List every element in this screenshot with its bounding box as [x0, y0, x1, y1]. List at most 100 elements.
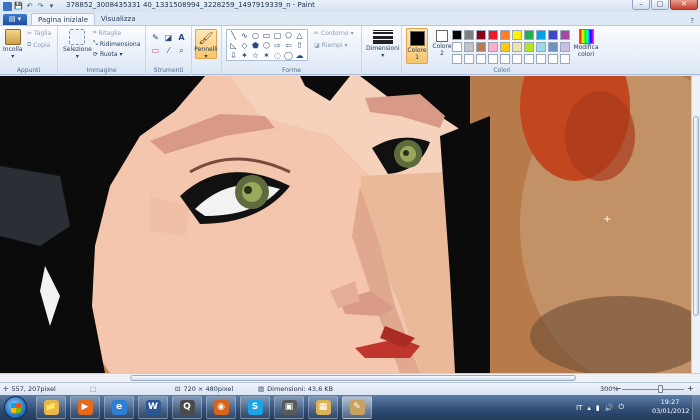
palette-color-swatch[interactable]	[476, 42, 486, 52]
canvas-area[interactable]: +	[0, 76, 700, 373]
magnifier-icon[interactable]: ⌕	[176, 45, 187, 56]
color-picker-icon[interactable]: ⁄	[163, 45, 174, 56]
language-indicator[interactable]: IT	[576, 404, 582, 412]
fill-bucket-icon[interactable]: ◪	[163, 32, 174, 43]
cut-button[interactable]: ✂ Taglia	[27, 30, 51, 37]
palette-color-swatch[interactable]	[500, 54, 510, 64]
crop-button[interactable]: ⌗ Ritaglia	[93, 29, 121, 37]
left-arrow-shape-icon[interactable]: ⇦	[283, 41, 294, 51]
diamond-shape-icon[interactable]: ◇	[239, 41, 250, 51]
down-arrow-shape-icon[interactable]: ⇩	[228, 51, 239, 61]
text-icon[interactable]: A	[176, 32, 187, 43]
palette-color-swatch[interactable]	[500, 30, 510, 40]
up-arrow-shape-icon[interactable]: ⇧	[294, 41, 305, 51]
volume-icon[interactable]: 🔊	[605, 404, 614, 412]
palette-color-swatch[interactable]	[560, 54, 570, 64]
polygon-shape-icon[interactable]: ⬠	[283, 31, 294, 41]
callout-oval-shape-icon[interactable]: ◯	[283, 51, 294, 61]
canvas-image[interactable]: +	[0, 76, 700, 373]
callout-round-shape-icon[interactable]: ◌	[272, 51, 283, 61]
palette-color-swatch[interactable]	[452, 30, 462, 40]
redo-icon[interactable]: ↷	[36, 2, 45, 11]
palette-color-swatch[interactable]	[476, 30, 486, 40]
undo-icon[interactable]: ↶	[25, 2, 34, 11]
resize-button[interactable]: ⤡ Ridimensiona	[93, 40, 140, 48]
pentagon-shape-icon[interactable]: ⬟	[250, 41, 261, 51]
taskbar-firefox[interactable]: ◉	[206, 396, 236, 419]
palette-color-swatch[interactable]	[464, 30, 474, 40]
palette-color-swatch[interactable]	[488, 30, 498, 40]
zoom-in-button[interactable]: +	[687, 384, 694, 393]
rounded-rect-shape-icon[interactable]: ▢	[272, 31, 283, 41]
palette-color-swatch[interactable]	[512, 42, 522, 52]
fill-button[interactable]: ◪ Riempi ▾	[314, 42, 348, 49]
palette-color-swatch[interactable]	[452, 42, 462, 52]
taskbar-media-player[interactable]: ▶	[70, 396, 100, 419]
network-icon[interactable]: ▮	[596, 404, 600, 412]
pencil-icon[interactable]: ✎	[150, 32, 161, 43]
palette-color-swatch[interactable]	[452, 54, 462, 64]
copy-button[interactable]: ⧉ Copia	[27, 41, 50, 49]
taskbar-quicktime[interactable]: Q	[172, 396, 202, 419]
palette-color-swatch[interactable]	[536, 30, 546, 40]
horizontal-scrollbar[interactable]	[0, 373, 700, 382]
tray-expand-icon[interactable]: ▴	[587, 404, 591, 412]
taskbar-paint[interactable]: ✎	[342, 396, 372, 419]
close-button[interactable]: ✕	[670, 0, 698, 10]
taskbar-word[interactable]: W	[138, 396, 168, 419]
palette-color-swatch[interactable]	[500, 42, 510, 52]
customize-qat-icon[interactable]: ▾	[47, 2, 56, 11]
horizontal-scroll-thumb[interactable]	[130, 375, 576, 381]
line-shape-icon[interactable]: ╲	[228, 31, 239, 41]
select-button[interactable]: Selezione ▾	[63, 29, 92, 60]
tab-pagina-iniziale[interactable]: Pagina iniziale	[31, 13, 96, 25]
hexagon-shape-icon[interactable]: ⬡	[261, 41, 272, 51]
curve-shape-icon[interactable]: ∿	[239, 31, 250, 41]
power-icon[interactable]: ⏻	[618, 403, 624, 412]
minimize-button[interactable]: –	[632, 0, 650, 10]
help-icon[interactable]: ?	[690, 17, 694, 25]
outline-button[interactable]: ✏ Contorno ▾	[314, 30, 354, 37]
eraser-icon[interactable]: ▭	[150, 45, 161, 56]
taskbar-explorer[interactable]: 📁	[36, 396, 66, 419]
right-arrow-shape-icon[interactable]: ⇨	[272, 41, 283, 51]
palette-color-swatch[interactable]	[524, 42, 534, 52]
brushes-button[interactable]: 🖌 Pennelli ▾	[194, 29, 218, 60]
vertical-scrollbar[interactable]	[691, 76, 700, 373]
zoom-slider[interactable]	[622, 389, 684, 390]
taskbar-internet-explorer[interactable]: e	[104, 396, 134, 419]
color1-button[interactable]: Colore 1	[406, 28, 428, 64]
palette-color-swatch[interactable]	[536, 54, 546, 64]
cloud-shape-icon[interactable]: ☁	[294, 51, 305, 61]
triangle-shape-icon[interactable]: △	[294, 31, 305, 41]
right-triangle-shape-icon[interactable]: ◺	[228, 41, 239, 51]
palette-color-swatch[interactable]	[548, 54, 558, 64]
zoom-out-button[interactable]: −	[615, 384, 622, 393]
paint-app-icon[interactable]	[3, 1, 12, 11]
edit-colors-button[interactable]: Modifica colori	[572, 29, 600, 58]
taskbar-media-center[interactable]: ▣	[274, 396, 304, 419]
paste-button[interactable]: Incolla ▾	[3, 29, 23, 60]
palette-color-swatch[interactable]	[476, 54, 486, 64]
zoom-slider-knob[interactable]	[658, 385, 663, 393]
palette-color-swatch[interactable]	[512, 30, 522, 40]
palette-color-swatch[interactable]	[560, 42, 570, 52]
palette-color-swatch[interactable]	[560, 30, 570, 40]
rectangle-shape-icon[interactable]: ▭	[261, 31, 272, 41]
palette-color-swatch[interactable]	[524, 54, 534, 64]
size-button[interactable]: Dimensioni ▾	[366, 29, 400, 59]
palette-color-swatch[interactable]	[512, 54, 522, 64]
taskbar-skype[interactable]: S	[240, 396, 270, 419]
save-icon[interactable]: 💾	[14, 2, 23, 11]
rotate-button[interactable]: ⟳ Ruota ▾	[93, 51, 122, 58]
star6-shape-icon[interactable]: ✶	[261, 51, 272, 61]
palette-color-swatch[interactable]	[488, 54, 498, 64]
star5-shape-icon[interactable]: ☆	[250, 51, 261, 61]
taskbar-folder[interactable]: ▦	[308, 396, 338, 419]
start-button[interactable]	[4, 396, 27, 419]
star4-shape-icon[interactable]: ✦	[239, 51, 250, 61]
palette-color-swatch[interactable]	[548, 30, 558, 40]
vertical-scroll-thumb[interactable]	[693, 116, 699, 316]
palette-color-swatch[interactable]	[548, 42, 558, 52]
app-menu-button[interactable]: ▤ ▾	[3, 14, 27, 25]
